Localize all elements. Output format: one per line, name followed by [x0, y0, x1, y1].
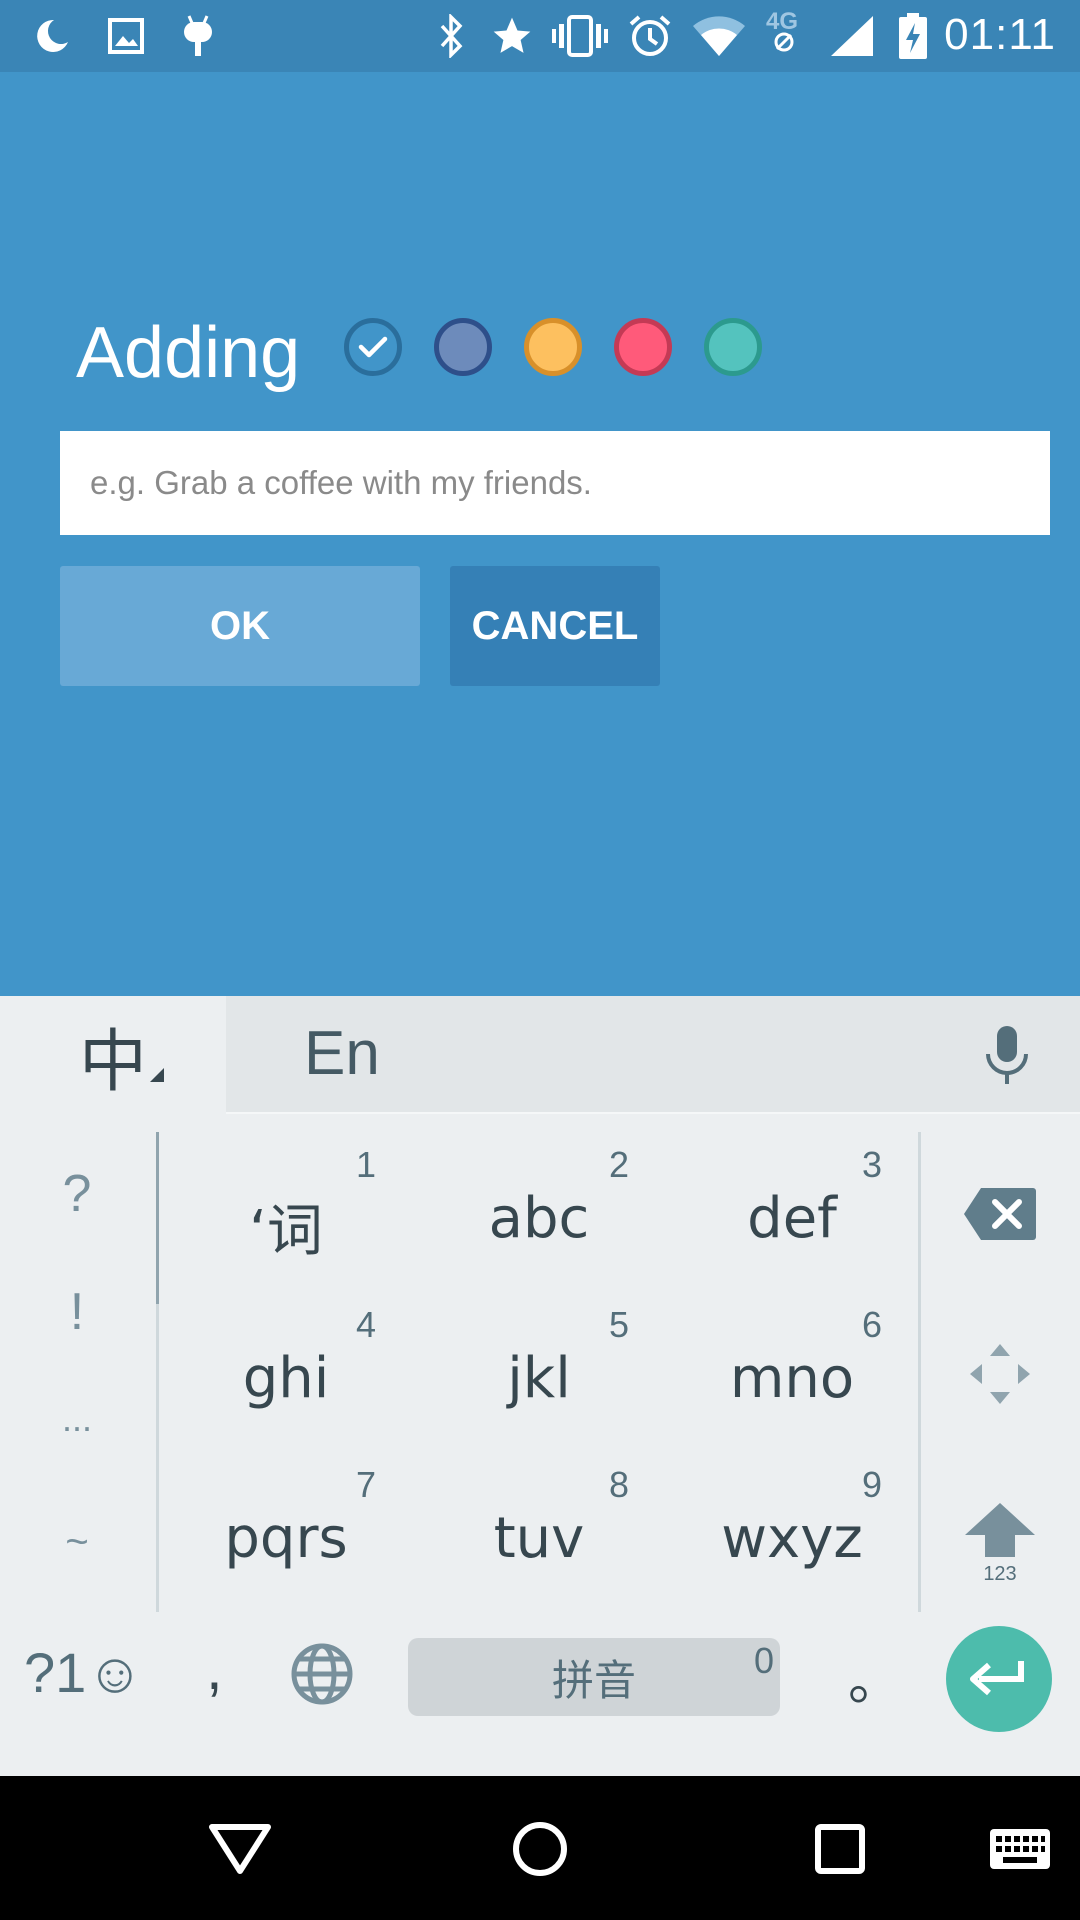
cursor-move-key[interactable]	[940, 1314, 1060, 1434]
color-option-pink[interactable]	[614, 318, 672, 376]
key-label: def	[747, 1186, 837, 1251]
color-option-blue[interactable]	[344, 318, 402, 376]
key-2[interactable]: abc 2	[413, 1136, 665, 1296]
key-label: pqrs	[224, 1506, 348, 1571]
key-label: mno	[729, 1346, 855, 1411]
scrollbar-thumb[interactable]	[156, 1132, 159, 1304]
vibrate-icon	[552, 14, 608, 58]
key-number: 4	[355, 1304, 376, 1345]
comma-key[interactable]: ,	[206, 1634, 223, 1703]
backspace-icon	[964, 1188, 1036, 1240]
home-icon[interactable]	[510, 1814, 570, 1884]
android-icon	[176, 14, 220, 58]
key-label: ‘词	[249, 1199, 323, 1264]
move-arrows-icon	[970, 1344, 1030, 1404]
shift-sub-label: 123	[983, 1562, 1017, 1585]
signal-icon	[828, 14, 876, 58]
globe-key[interactable]	[290, 1642, 354, 1711]
cancel-button[interactable]: CANCEL	[450, 566, 660, 686]
corner-triangle-icon	[150, 1068, 164, 1082]
key-number: 9	[861, 1464, 882, 1505]
microphone-icon[interactable]	[984, 1026, 1030, 1091]
page-title: Adding	[76, 313, 301, 393]
shift-key[interactable]: 123	[940, 1478, 1060, 1608]
key-number: 3	[861, 1144, 882, 1185]
key-1[interactable]: ‘词 1	[160, 1136, 412, 1296]
key-7[interactable]: pqrs 7	[160, 1456, 412, 1616]
symbol-key[interactable]: ~	[0, 1520, 154, 1565]
symbol-scrollbar[interactable]	[156, 1132, 159, 1612]
navigation-bar	[0, 1776, 1080, 1920]
check-icon	[358, 336, 388, 358]
recents-icon[interactable]	[814, 1814, 866, 1884]
key-number: 7	[355, 1464, 376, 1505]
soft-keyboard: 中 En ? ! ... ~ ‘词 1 abc 2 def 3 ghi 4 jk…	[0, 996, 1080, 1776]
keyboard-bottom-row: ?1☺ , 拼音 0 。	[0, 1616, 1080, 1776]
keyboard-switch-icon[interactable]	[988, 1814, 1052, 1884]
star-icon	[488, 14, 536, 58]
color-option-indigo[interactable]	[434, 318, 492, 376]
divider	[918, 1132, 921, 1612]
key-number: 8	[608, 1464, 629, 1505]
space-label: 拼音	[551, 1655, 636, 1705]
key-label: jkl	[507, 1346, 571, 1411]
space-key[interactable]: 拼音 0	[408, 1638, 780, 1716]
symbol-key[interactable]: ...	[0, 1398, 154, 1440]
symbols-key-label: ?1☺	[24, 1641, 144, 1704]
key-number: 2	[608, 1144, 629, 1185]
key-label: abc	[488, 1186, 590, 1251]
bluetooth-icon	[432, 14, 472, 58]
key-number: 5	[608, 1304, 629, 1345]
backspace-key[interactable]	[940, 1154, 1060, 1274]
key-9[interactable]: wxyz 9	[666, 1456, 918, 1616]
key-number: 6	[861, 1304, 882, 1345]
ok-button[interactable]: OK	[60, 566, 420, 686]
task-input[interactable]	[60, 431, 1050, 535]
key-5[interactable]: jkl 5	[413, 1296, 665, 1456]
key-6[interactable]: mno 6	[666, 1296, 918, 1456]
wifi-icon	[690, 14, 748, 58]
enter-key[interactable]	[946, 1626, 1052, 1732]
alarm-icon	[626, 14, 674, 58]
key-3[interactable]: def 3	[666, 1136, 918, 1296]
status-bar: 4G 01:11	[0, 0, 1080, 72]
image-icon	[104, 14, 148, 58]
battery-charging-icon	[896, 13, 930, 59]
key-label: ghi	[242, 1346, 330, 1411]
period-key[interactable]: 。	[848, 1636, 902, 1715]
enter-icon	[970, 1661, 1024, 1696]
back-icon[interactable]	[208, 1814, 272, 1884]
symbol-key[interactable]: ?	[0, 1164, 154, 1224]
moon-icon	[30, 14, 74, 58]
key-number: 1	[355, 1144, 376, 1185]
english-mode-toggle[interactable]: En	[304, 1018, 380, 1089]
arrow-up-icon	[965, 1502, 1035, 1557]
color-option-teal[interactable]	[704, 318, 762, 376]
language-switch-key[interactable]: 中	[0, 996, 226, 1114]
candidate-bar: En	[226, 996, 1080, 1114]
add-task-panel: Adding OK CANCEL	[0, 72, 1080, 996]
key-number: 0	[753, 1640, 774, 1681]
language-key-label: 中	[78, 1022, 147, 1102]
key-label: tuv	[493, 1506, 585, 1571]
status-clock: 01:11	[944, 10, 1056, 59]
key-label: wxyz	[721, 1506, 863, 1571]
symbols-emoji-key[interactable]: ?1☺	[24, 1640, 143, 1705]
key-4[interactable]: ghi 4	[160, 1296, 412, 1456]
key-8[interactable]: tuv 8	[413, 1456, 665, 1616]
data-off-icon: 4G	[764, 8, 818, 58]
symbol-key[interactable]: !	[0, 1282, 154, 1342]
globe-icon	[291, 1643, 353, 1705]
color-option-amber[interactable]	[524, 318, 582, 376]
